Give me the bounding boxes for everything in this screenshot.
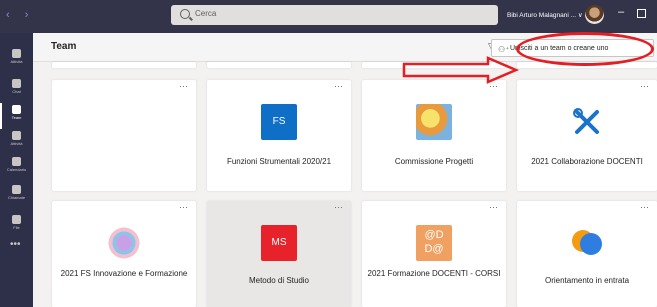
more-options-icon[interactable]: ··· [334,81,343,91]
search-icon [180,9,190,19]
calendar-icon [12,157,21,166]
team-logo-image [106,225,142,261]
more-options-icon[interactable]: ··· [334,202,343,212]
more-options-icon[interactable]: ··· [489,81,498,91]
more-apps-icon[interactable]: ••• [10,239,21,250]
minimize-icon[interactable]: – [618,6,624,18]
rail-item-calendar[interactable]: Calendario [0,155,33,181]
rail-item-calls[interactable]: Chiamate [0,183,33,209]
back-forward-arrows[interactable]: ‹ › [6,9,34,21]
join-button-label: Unisciti a un team o creane uno [510,45,609,52]
team-logo: MS [261,225,297,261]
page-title: Team [51,41,77,52]
team-card[interactable]: ··· 2021 Collaborazione DOCENTI [517,80,657,191]
rail-label: Chat [12,89,21,94]
team-card[interactable]: ··· @D D@ 2021 Formazione DOCENTI - CORS… [362,201,506,307]
team-card-partial[interactable] [207,62,351,68]
avatar[interactable] [585,5,604,24]
chat-icon [12,79,21,88]
team-logo: FS [261,104,297,140]
more-options-icon[interactable]: ··· [640,202,649,212]
search-input[interactable]: Cerca [171,5,498,25]
more-options-icon[interactable]: ··· [640,81,649,91]
rail-label: Attività [10,59,23,64]
team-name: Metodo di Studio [248,276,310,285]
team-logo: @D D@ [416,225,452,261]
team-name: Commissione Progetti [394,157,474,166]
maximize-icon[interactable] [637,9,646,18]
add-team-icon: ⚇⁺ [498,45,510,54]
team-icon [12,105,21,114]
speech-bubbles-icon [569,225,605,261]
user-name[interactable]: Bibi Arturo Malagnani ... ∨ [507,11,583,19]
team-card[interactable]: ··· Orientamento in entrata [517,201,657,307]
search-placeholder: Cerca [195,9,217,18]
team-name: Funzioni Strumentali 2020/21 [226,157,332,166]
team-card-partial[interactable] [517,62,657,68]
rail-item-activity[interactable]: Attività [0,47,33,73]
more-options-icon[interactable]: ··· [179,81,188,91]
rail-label: File [13,225,20,230]
rail-item-tasks[interactable]: Attività [0,129,33,155]
rail-label: Calendario [6,167,27,172]
team-name: 2021 FS Innovazione e Formazione [60,269,188,278]
tasks-icon [12,131,21,140]
more-options-icon[interactable]: ··· [489,202,498,212]
file-icon [12,215,21,224]
more-options-icon[interactable]: ··· [179,202,188,212]
team-card-partial[interactable] [362,62,506,68]
team-name: 2021 Collaborazione DOCENTI [531,157,643,166]
rail-item-chat[interactable]: Chat [0,77,33,103]
phone-icon [12,185,21,194]
team-card[interactable]: ··· Commissione Progetti [362,80,506,191]
rail-label: Chiamate [7,195,26,200]
rail-item-team[interactable]: Team [0,103,33,129]
rail-item-files[interactable]: File [0,213,33,239]
join-or-create-team-button[interactable]: ⚇⁺ Unisciti a un team o creane uno [491,39,654,57]
team-name: 2021 Formazione DOCENTI - CORSI [367,269,501,278]
bell-icon [12,49,21,58]
team-name: Orientamento in entrata [544,276,630,285]
team-card[interactable]: ··· 2021 FS Innovazione e Formazione [52,201,196,307]
team-card[interactable]: ··· [52,80,196,191]
rail-label: Attività [10,141,23,146]
app-rail: Attività Chat Team Attività Calendario C… [0,33,33,307]
team-card-hovered[interactable]: ··· MS Metodo di Studio [207,201,351,307]
title-bar: ‹ › Cerca Bibi Arturo Malagnani ... ∨ – [0,0,657,33]
tools-icon [569,104,605,140]
rail-label: Team [11,115,22,120]
team-card[interactable]: ··· FS Funzioni Strumentali 2020/21 [207,80,351,191]
team-logo-image [416,104,452,140]
team-card-partial[interactable] [52,62,196,68]
